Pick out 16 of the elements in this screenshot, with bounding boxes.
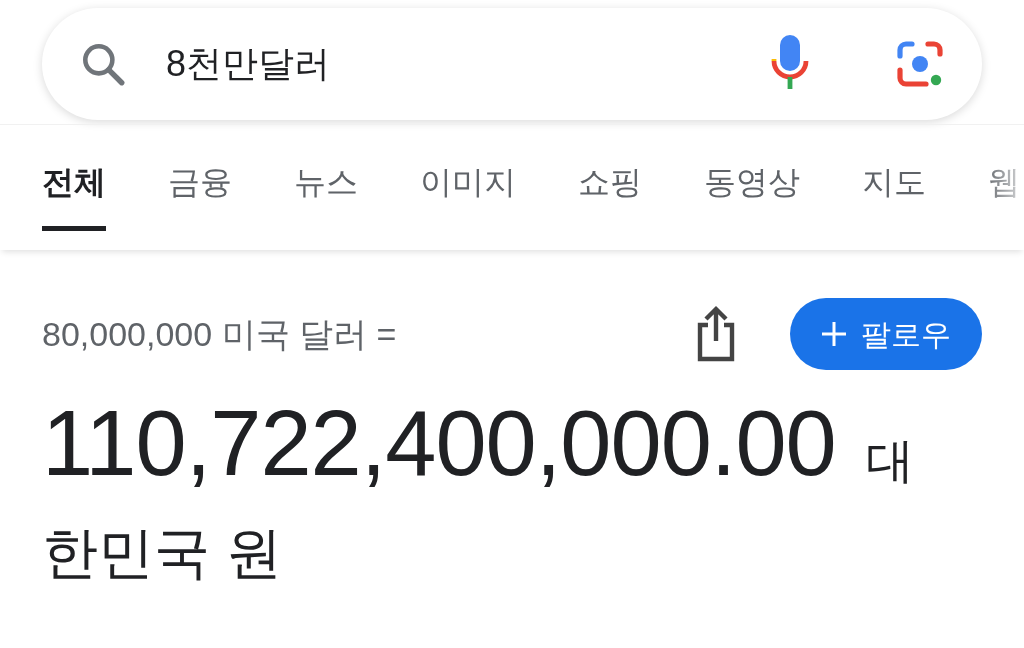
converted-amount: 110,722,400,000.00: [42, 397, 836, 489]
search-field[interactable]: 8천만달러: [42, 8, 982, 120]
tab[interactable]: 지도: [862, 158, 926, 231]
conversion-source: 80,000,000 미국 달러 =: [42, 313, 398, 355]
tab[interactable]: 동영상: [704, 158, 800, 231]
camera-icon[interactable]: [894, 38, 946, 90]
tab[interactable]: 뉴스: [294, 158, 358, 231]
search-query[interactable]: 8천만달러: [166, 37, 770, 91]
tab[interactable]: 금융: [168, 158, 232, 231]
follow-button[interactable]: 팔로우: [790, 298, 982, 370]
tab[interactable]: 쇼핑: [578, 158, 642, 231]
tab[interactable]: 이미지: [420, 158, 516, 231]
currency-name: 대: [865, 437, 914, 485]
currency-name: 한민국 원: [42, 521, 282, 584]
plus-icon: [821, 321, 847, 347]
tab[interactable]: 전체: [42, 158, 106, 231]
